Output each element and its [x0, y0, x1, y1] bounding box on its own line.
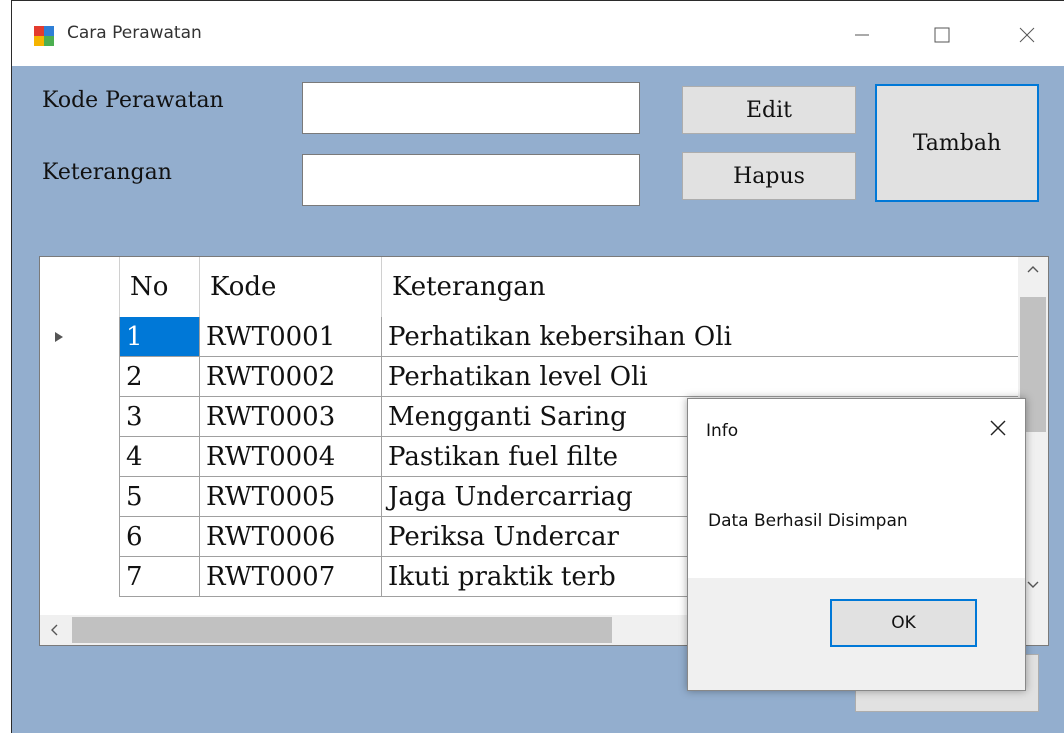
column-header-keterangan[interactable]: Keterangan	[382, 257, 1020, 317]
column-header-kode[interactable]: Kode	[200, 257, 382, 317]
cell-keterangan[interactable]: Perhatikan kebersihan Oli	[382, 317, 1020, 357]
current-row-icon	[55, 332, 63, 342]
cell-kode[interactable]: RWT0003	[200, 397, 382, 437]
column-header-no[interactable]: No	[120, 257, 200, 317]
row-header[interactable]	[40, 477, 120, 517]
keterangan-input[interactable]	[302, 154, 640, 206]
cell-kode[interactable]: RWT0002	[200, 357, 382, 397]
cell-kode[interactable]: RWT0004	[200, 437, 382, 477]
close-button[interactable]	[1002, 15, 1052, 55]
row-header[interactable]	[40, 317, 120, 357]
cell-no[interactable]: 6	[120, 517, 200, 557]
cell-no[interactable]: 7	[120, 557, 200, 597]
dialog-message: Data Berhasil Disimpan	[708, 511, 908, 531]
grid-header: No Kode Keterangan	[40, 257, 1020, 317]
cell-no[interactable]: 5	[120, 477, 200, 517]
kode-perawatan-input[interactable]	[302, 82, 640, 134]
close-icon	[1019, 27, 1035, 43]
maximize-button[interactable]	[917, 15, 967, 55]
grid-corner-header	[40, 257, 120, 317]
horizontal-scroll-thumb[interactable]	[72, 617, 612, 643]
hapus-button[interactable]: Hapus	[682, 152, 856, 200]
row-header[interactable]	[40, 557, 120, 597]
cell-kode[interactable]: RWT0005	[200, 477, 382, 517]
row-header[interactable]	[40, 357, 120, 397]
window-title: Cara Perawatan	[67, 23, 202, 43]
maximize-icon	[934, 27, 950, 43]
scroll-down-icon	[1027, 581, 1039, 588]
app-icon	[34, 26, 54, 46]
dialog-close-button[interactable]	[983, 413, 1013, 443]
kode-perawatan-label: Kode Perawatan	[42, 88, 224, 113]
cell-no[interactable]: 2	[120, 357, 200, 397]
info-dialog: Info Data Berhasil Disimpan OK	[687, 398, 1026, 691]
cell-no[interactable]: 3	[120, 397, 200, 437]
edit-button[interactable]: Edit	[682, 86, 856, 134]
scroll-up-icon	[1027, 266, 1039, 273]
cell-no[interactable]: 1	[120, 317, 200, 357]
cell-kode[interactable]: RWT0006	[200, 517, 382, 557]
ok-button[interactable]: OK	[830, 599, 977, 647]
minimize-button[interactable]	[837, 15, 887, 55]
scroll-left-icon	[51, 624, 58, 636]
cell-keterangan[interactable]: Perhatikan level Oli	[382, 357, 1020, 397]
cell-no[interactable]: 4	[120, 437, 200, 477]
keterangan-label: Keterangan	[42, 160, 172, 185]
cell-kode[interactable]: RWT0001	[200, 317, 382, 357]
close-icon	[990, 420, 1006, 436]
row-header[interactable]	[40, 437, 120, 477]
title-bar: Cara Perawatan	[12, 1, 1064, 66]
row-header[interactable]	[40, 517, 120, 557]
tambah-button[interactable]: Tambah	[875, 84, 1039, 202]
minimize-icon	[855, 34, 869, 36]
row-header[interactable]	[40, 397, 120, 437]
dialog-title: Info	[706, 421, 739, 441]
cell-kode[interactable]: RWT0007	[200, 557, 382, 597]
